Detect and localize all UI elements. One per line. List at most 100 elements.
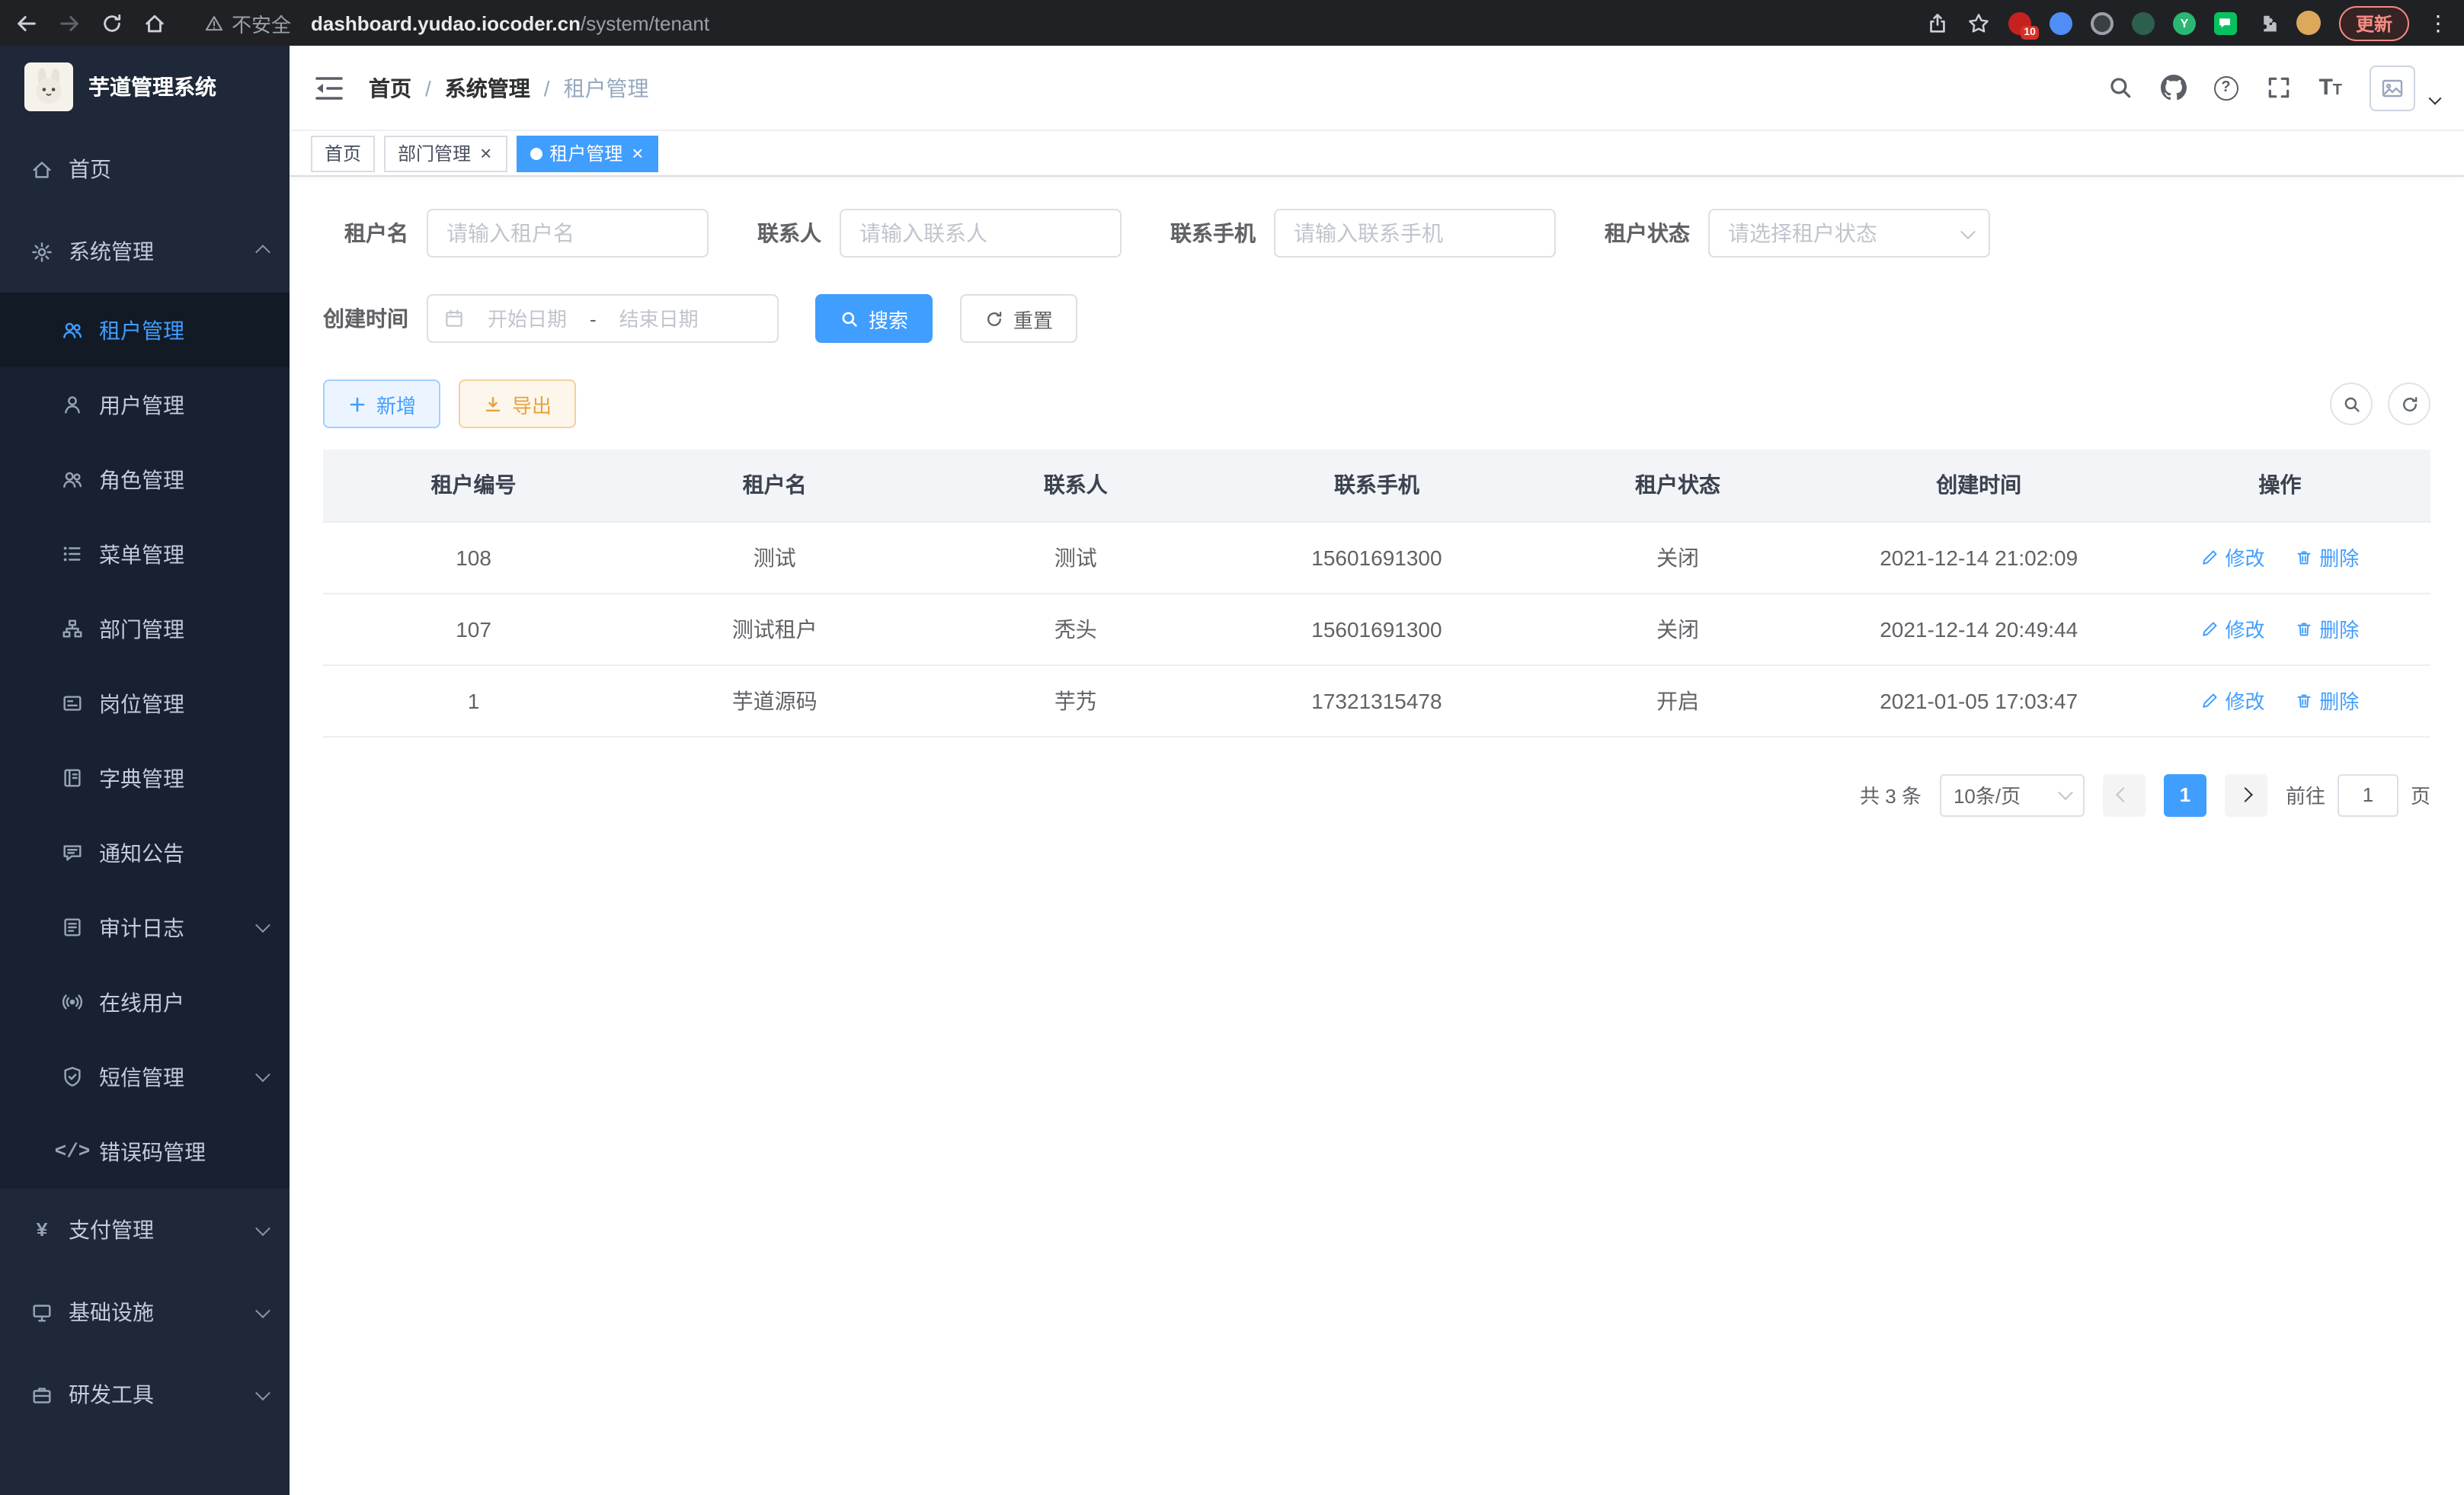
- sidebar-item-menu[interactable]: 菜单管理: [0, 517, 290, 591]
- github-icon[interactable]: [2160, 75, 2186, 101]
- sidebar-item-pay[interactable]: ¥ 支付管理: [0, 1189, 290, 1271]
- date-separator: -: [590, 307, 597, 330]
- sidebar-item-dept[interactable]: 部门管理: [0, 591, 290, 666]
- browser-home-icon[interactable]: [143, 11, 166, 34]
- contact-input[interactable]: [840, 209, 1122, 258]
- puzzle-icon[interactable]: [2255, 11, 2278, 34]
- kebab-menu-icon[interactable]: ⋮: [2427, 10, 2449, 36]
- tab-dept[interactable]: 部门管理 ×: [384, 135, 507, 171]
- extension-darkgreen-icon[interactable]: [2132, 11, 2155, 34]
- forward-icon[interactable]: [58, 11, 81, 34]
- fullscreen-icon[interactable]: [2265, 75, 2291, 101]
- font-size-icon[interactable]: TT: [2318, 76, 2342, 99]
- download-icon: [483, 394, 503, 414]
- cell-phone: 15601691300: [1226, 593, 1527, 664]
- profile-avatar[interactable]: [2296, 11, 2321, 35]
- extension-green-icon[interactable]: Y: [2173, 11, 2196, 34]
- next-page-button[interactable]: [2225, 773, 2267, 816]
- table-header-row: 租户编号 租户名 联系人 联系手机 租户状态 创建时间 操作: [323, 450, 2430, 521]
- col-header: 联系人: [925, 450, 1226, 521]
- delete-link[interactable]: 删除: [2295, 686, 2359, 715]
- start-date-input[interactable]: [471, 307, 584, 330]
- sidebar-toggle[interactable]: [314, 74, 344, 101]
- edit-link[interactable]: 修改: [2200, 543, 2264, 571]
- sidebar-item-label: 角色管理: [99, 464, 184, 495]
- col-header: 租户名: [624, 450, 925, 521]
- tenant-name-input[interactable]: [427, 209, 709, 258]
- tab-tenant[interactable]: 租户管理 ×: [516, 135, 658, 171]
- cell-phone: 15601691300: [1226, 521, 1527, 593]
- chevron-down-icon: [1960, 223, 1976, 238]
- avatar[interactable]: [2370, 65, 2415, 110]
- sidebar-item-post[interactable]: 岗位管理: [0, 666, 290, 741]
- add-button[interactable]: 新增: [323, 379, 440, 428]
- chevron-down-icon: [255, 1385, 270, 1400]
- breadcrumb-home[interactable]: 首页: [369, 72, 411, 103]
- close-icon[interactable]: ×: [478, 143, 493, 163]
- sidebar-item-sms[interactable]: 短信管理: [0, 1039, 290, 1114]
- browser-actions: 10 Y 更新 ⋮: [1926, 5, 2449, 40]
- extension-badge-icon[interactable]: 10: [2008, 11, 2031, 34]
- sidebar-item-role[interactable]: 角色管理: [0, 442, 290, 517]
- refresh-icon[interactable]: [2388, 383, 2430, 425]
- breadcrumb-system[interactable]: 系统管理: [445, 72, 530, 103]
- tab-home[interactable]: 首页: [311, 135, 375, 171]
- extension-blue-icon[interactable]: [2050, 11, 2072, 34]
- sidebar-item-user[interactable]: 用户管理: [0, 367, 290, 442]
- sidebar-item-devtools[interactable]: 研发工具: [0, 1353, 290, 1436]
- breadcrumb-separator: /: [544, 75, 550, 100]
- sidebar-item-home[interactable]: 首页: [0, 128, 290, 210]
- goto-page-input[interactable]: [2338, 773, 2398, 816]
- sidebar-item-dict[interactable]: 字典管理: [0, 741, 290, 815]
- trash-icon: [2295, 691, 2313, 709]
- status-select[interactable]: 请选择租户状态: [1708, 209, 1990, 258]
- star-icon[interactable]: [1967, 11, 1990, 34]
- search-icon[interactable]: [2107, 75, 2133, 101]
- app-logo[interactable]: 芋道管理系统: [0, 46, 290, 128]
- goto-label: 前往: [2286, 780, 2325, 809]
- pagination: 共 3 条 10条/页 1 前往 页: [323, 773, 2430, 816]
- update-button[interactable]: 更新: [2339, 5, 2409, 40]
- select-placeholder: 请选择租户状态: [1728, 218, 1877, 248]
- close-icon[interactable]: ×: [630, 143, 645, 163]
- share-icon[interactable]: [1926, 11, 1949, 34]
- edit-link[interactable]: 修改: [2200, 686, 2264, 715]
- cell-name: 测试: [624, 521, 925, 593]
- address-bar[interactable]: dashboard.yudao.iocoder.cn/system/tenant: [311, 11, 709, 34]
- audit-log-icon: [61, 916, 84, 939]
- sidebar-item-tenant[interactable]: 租户管理: [0, 293, 290, 367]
- filter-contact: 联系人: [757, 209, 1122, 258]
- delete-link[interactable]: 删除: [2295, 543, 2359, 571]
- sidebar-item-infra[interactable]: 基础设施: [0, 1271, 290, 1353]
- cell-created: 2021-12-14 20:49:44: [1829, 593, 2130, 664]
- monitor-icon: [30, 1301, 53, 1324]
- back-icon[interactable]: [15, 11, 38, 34]
- phone-input[interactable]: [1274, 209, 1556, 258]
- page-number-button[interactable]: 1: [2164, 773, 2206, 816]
- reload-icon[interactable]: [101, 11, 123, 34]
- page-size-select[interactable]: 10条/页: [1940, 773, 2085, 816]
- url-path: /system/tenant: [581, 11, 709, 34]
- edit-link[interactable]: 修改: [2200, 614, 2264, 643]
- delete-link[interactable]: 删除: [2295, 614, 2359, 643]
- date-range-picker[interactable]: -: [427, 294, 779, 343]
- prev-page-button[interactable]: [2103, 773, 2146, 816]
- chevron-up-icon: [255, 244, 270, 259]
- sidebar-item-label: 部门管理: [99, 613, 184, 644]
- search-toggle-icon[interactable]: [2330, 383, 2373, 425]
- extension-dark-icon[interactable]: [2091, 11, 2114, 34]
- reset-button[interactable]: 重置: [960, 294, 1077, 343]
- caret-down-icon[interactable]: [2429, 91, 2442, 104]
- security-chip[interactable]: 不安全: [204, 8, 291, 37]
- sidebar-item-system[interactable]: 系统管理: [0, 210, 290, 293]
- sidebar-item-online[interactable]: 在线用户: [0, 965, 290, 1039]
- sidebar-item-audit[interactable]: 审计日志: [0, 890, 290, 965]
- extension-chat-icon[interactable]: [2214, 11, 2237, 34]
- sidebar-item-errorcode[interactable]: </> 错误码管理: [0, 1114, 290, 1189]
- sidebar-item-notice[interactable]: 通知公告: [0, 815, 290, 890]
- help-icon[interactable]: ?: [2213, 75, 2238, 100]
- sidebar-item-label: 系统管理: [69, 236, 154, 267]
- export-button[interactable]: 导出: [459, 379, 576, 428]
- search-button[interactable]: 搜索: [815, 294, 933, 343]
- end-date-input[interactable]: [603, 307, 715, 330]
